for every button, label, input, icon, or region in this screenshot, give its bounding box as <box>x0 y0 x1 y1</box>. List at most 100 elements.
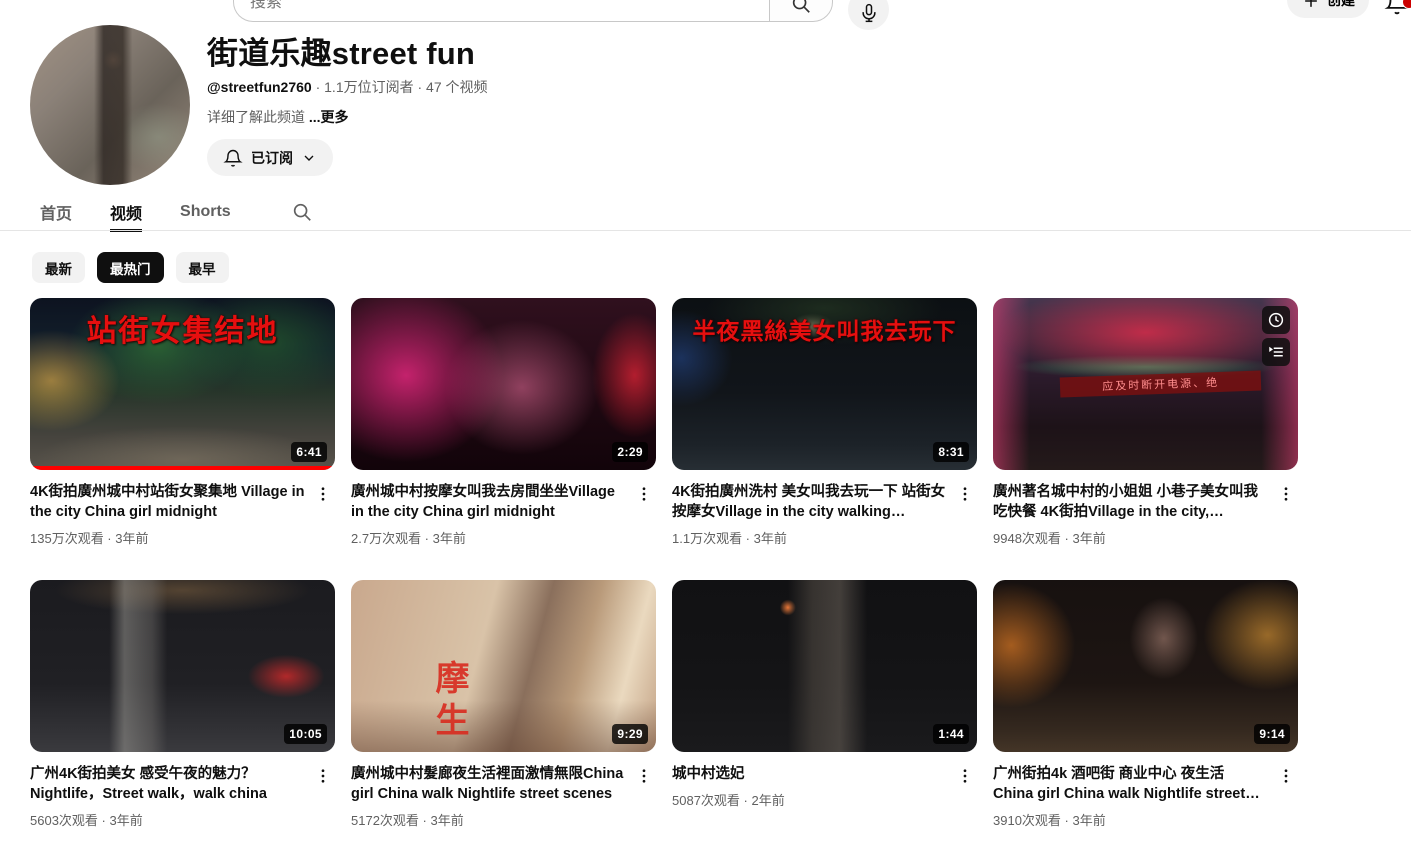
add-to-queue-button[interactable] <box>1262 338 1290 366</box>
subscribed-button[interactable]: 已订阅 <box>207 139 333 176</box>
chip-popular[interactable]: 最热门 <box>97 252 164 283</box>
duration-badge: 9:29 <box>612 724 648 744</box>
thumbnail-overlay-text: 摩生 <box>425 660 474 744</box>
tabs-divider <box>0 230 1411 231</box>
video-card: 应及时断开电源、绝 <box>993 298 1298 547</box>
video-meta: 5172次观看 · 3年前 <box>351 810 626 829</box>
video-menu-button[interactable] <box>311 764 335 788</box>
queue-icon <box>1267 343 1285 361</box>
video-title[interactable]: 廣州城中村按摩女叫我去房間坐坐Village in the city China… <box>351 482 626 522</box>
thumbnail-overlay-text: 半夜黑絲美女叫我去玩下 <box>672 312 977 346</box>
tab-videos[interactable]: 视频 <box>110 194 142 230</box>
video-menu-button[interactable] <box>953 482 977 506</box>
channel-stats: · 1.1万位订阅者 · 47 个视频 <box>312 79 488 95</box>
video-menu-button[interactable] <box>953 764 977 788</box>
voice-search-button[interactable] <box>848 0 889 30</box>
duration-badge: 2:29 <box>612 442 648 462</box>
search-input[interactable] <box>250 0 754 12</box>
video-grid: 站街女集结地 6:41 4K街拍廣州城中村站街女聚集地 Village in t… <box>30 298 1298 829</box>
channel-handle: @streetfun2760 <box>207 79 312 95</box>
video-title[interactable]: 4K街拍廣州城中村站街女聚集地 Village in the city Chin… <box>30 482 305 522</box>
video-menu-button[interactable] <box>632 764 656 788</box>
kebab-menu-icon <box>635 485 653 503</box>
thumbnail-hover-actions <box>1262 306 1290 366</box>
watch-later-button[interactable] <box>1262 306 1290 334</box>
video-title[interactable]: 广州街拍4k 酒吧街 商业中心 夜生活 China girl China wal… <box>993 764 1268 804</box>
thumbnail-overlay-text: 站街女集结地 <box>30 306 335 350</box>
kebab-menu-icon <box>956 485 974 503</box>
kebab-menu-icon <box>314 767 332 785</box>
search-icon <box>790 0 812 15</box>
video-title[interactable]: 城中村选妃 <box>672 764 947 784</box>
video-card: 1:44 城中村选妃 5087次观看 · 2年前 <box>672 580 977 829</box>
video-thumbnail[interactable]: 摩生 9:29 <box>351 580 656 752</box>
channel-tabs: 首页 视频 Shorts <box>40 194 313 230</box>
thumbnail-overlay-text: 应及时断开电源、绝 <box>1060 370 1262 397</box>
video-menu-button[interactable] <box>1274 764 1298 788</box>
video-card: 摩生 9:29 廣州城中村髮廊夜生活裡面激情無限China girl China… <box>351 580 656 829</box>
video-thumbnail[interactable]: 2:29 <box>351 298 656 470</box>
video-card: 10:05 广州4K街拍美女 感受午夜的魅力？Nightlife，Street … <box>30 580 335 829</box>
video-menu-button[interactable] <box>632 482 656 506</box>
create-button-label: 创建 <box>1327 0 1355 10</box>
channel-title: 街道乐趣street fun <box>207 28 475 73</box>
duration-badge: 10:05 <box>284 724 327 744</box>
notifications-button[interactable] <box>1384 0 1411 19</box>
channel-meta: @streetfun2760 · 1.1万位订阅者 · 47 个视频 <box>207 77 488 97</box>
channel-avatar[interactable] <box>30 25 190 185</box>
duration-badge: 8:31 <box>933 442 969 462</box>
video-thumbnail[interactable]: 应及时断开电源、绝 <box>993 298 1298 470</box>
video-meta: 5603次观看 · 3年前 <box>30 810 305 829</box>
bell-icon <box>223 148 243 168</box>
duration-badge: 9:14 <box>1254 724 1290 744</box>
tab-home[interactable]: 首页 <box>40 194 72 230</box>
video-meta: 1.1万次观看 · 3年前 <box>672 528 947 547</box>
channel-page: 创建 街道乐趣street fun @streetfun2760 · 1.1万位… <box>0 0 1411 845</box>
kebab-menu-icon <box>1277 485 1295 503</box>
video-title[interactable]: 4K街拍廣州洗村 美女叫我去玩一下 站街女 按摩女Village in the … <box>672 482 947 522</box>
video-thumbnail[interactable]: 10:05 <box>30 580 335 752</box>
video-meta: 9948次观看 · 3年前 <box>993 528 1268 547</box>
video-thumbnail[interactable]: 9:14 <box>993 580 1298 752</box>
video-card: 2:29 廣州城中村按摩女叫我去房間坐坐Village in the city … <box>351 298 656 547</box>
video-meta: 3910次观看 · 3年前 <box>993 810 1268 829</box>
video-card: 9:14 广州街拍4k 酒吧街 商业中心 夜生活 China girl Chin… <box>993 580 1298 829</box>
microphone-icon <box>859 3 879 23</box>
more-link[interactable]: ...更多 <box>309 109 349 125</box>
video-menu-button[interactable] <box>1274 482 1298 506</box>
video-meta: 2.7万次观看 · 3年前 <box>351 528 626 547</box>
video-thumbnail[interactable]: 站街女集结地 6:41 <box>30 298 335 470</box>
filter-chips: 最新 最热门 最早 <box>32 252 229 283</box>
watch-progress-bar <box>30 466 335 470</box>
subscribed-label: 已订阅 <box>251 148 293 168</box>
channel-description[interactable]: 详细了解此频道 ...更多 <box>207 107 349 127</box>
clock-icon <box>1267 311 1285 329</box>
video-title[interactable]: 廣州城中村髮廊夜生活裡面激情無限China girl China walk Ni… <box>351 764 626 804</box>
video-meta: 135万次观看 · 3年前 <box>30 528 305 547</box>
chip-latest[interactable]: 最新 <box>32 252 85 283</box>
channel-search-button[interactable] <box>291 197 313 227</box>
chip-oldest[interactable]: 最早 <box>176 252 229 283</box>
video-card: 半夜黑絲美女叫我去玩下 8:31 4K街拍廣州洗村 美女叫我去玩一下 站街女 按… <box>672 298 977 547</box>
video-thumbnail[interactable]: 1:44 <box>672 580 977 752</box>
video-menu-button[interactable] <box>311 482 335 506</box>
video-title[interactable]: 廣州著名城中村的小姐姐 小巷子美女叫我吃快餐 4K街拍Village in th… <box>993 482 1268 522</box>
kebab-menu-icon <box>1277 767 1295 785</box>
chevron-down-icon <box>301 150 317 166</box>
channel-description-text: 详细了解此频道 <box>207 109 309 125</box>
duration-badge: 6:41 <box>291 442 327 462</box>
plus-icon <box>1301 0 1321 9</box>
tab-shorts[interactable]: Shorts <box>180 194 231 230</box>
search-icon <box>291 201 313 223</box>
create-button[interactable]: 创建 <box>1287 0 1369 18</box>
video-meta: 5087次观看 · 2年前 <box>672 790 947 809</box>
video-thumbnail[interactable]: 半夜黑絲美女叫我去玩下 8:31 <box>672 298 977 470</box>
kebab-menu-icon <box>635 767 653 785</box>
search-bar <box>233 0 770 22</box>
kebab-menu-icon <box>956 767 974 785</box>
video-title[interactable]: 广州4K街拍美女 感受午夜的魅力？Nightlife，Street walk，w… <box>30 764 305 804</box>
duration-badge: 1:44 <box>933 724 969 744</box>
search-button[interactable] <box>769 0 833 22</box>
kebab-menu-icon <box>314 485 332 503</box>
video-card: 站街女集结地 6:41 4K街拍廣州城中村站街女聚集地 Village in t… <box>30 298 335 547</box>
